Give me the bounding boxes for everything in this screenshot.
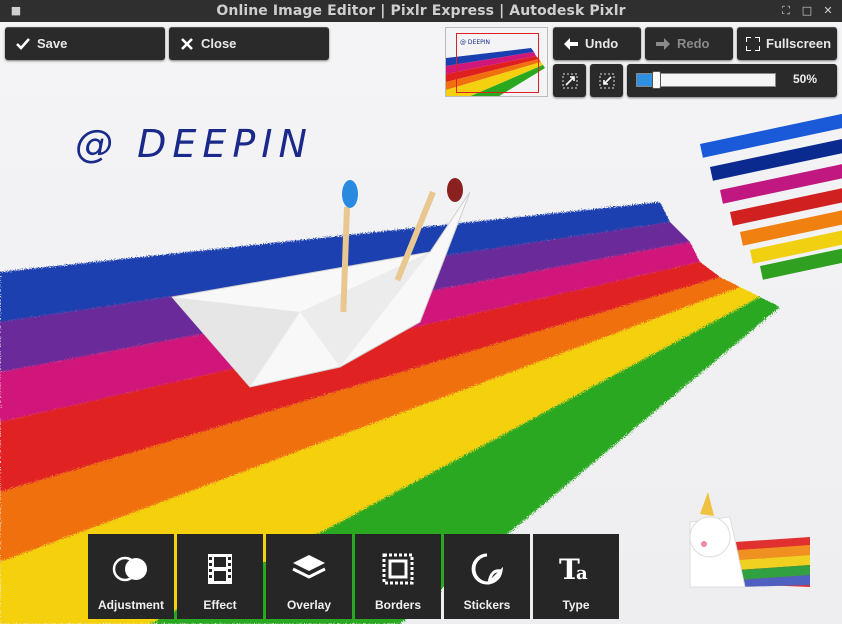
window-titlebar: ■ Online Image Editor | Pixlr Express | … [0,0,842,23]
redo-button[interactable]: Redo [645,27,733,60]
text-type-icon: Ta [559,552,593,586]
restore-icon[interactable]: □ [799,3,815,19]
tool-label: Adjustment [98,598,164,612]
arrow-right-icon [655,36,671,52]
tool-stickers[interactable]: Stickers [444,534,530,619]
window-title: Online Image Editor | Pixlr Express | Au… [216,3,626,19]
checkmark-icon [15,36,31,52]
unicorn-sticker[interactable] [689,492,810,588]
navigator-thumbnail[interactable]: @ DEEPIN [445,27,548,97]
undo-button[interactable]: Undo [553,27,641,60]
save-label: Save [37,36,68,51]
tool-label: Overlay [286,598,332,612]
zoom-control: 50% [627,64,837,97]
tool-type[interactable]: Ta Type [533,534,619,619]
tool-borders[interactable]: Borders [355,534,441,619]
close-button[interactable]: Close [169,27,329,60]
film-strip-icon [207,552,233,586]
close-x-icon [179,36,195,52]
layers-icon [292,552,326,586]
fullscreen-icon [745,36,761,52]
fullscreen-button[interactable]: Fullscreen [737,27,837,60]
tool-effect[interactable]: Effect [177,534,263,619]
tool-bar: Adjustment Effect Overlay Borders Sticke… [88,534,619,619]
tool-overlay[interactable]: Overlay [266,534,352,619]
tool-label: Type [562,598,590,612]
save-button[interactable]: Save [5,27,165,60]
tool-adjustment[interactable]: Adjustment [88,534,174,619]
undo-label: Undo [585,36,619,51]
zoom-percentage: 50% [792,72,817,86]
tool-label: Stickers [463,598,511,612]
close-label: Close [201,36,237,51]
window-close-icon[interactable]: ✕ [820,3,836,19]
adjustment-circles-icon [112,552,150,586]
svg-text:a: a [576,563,588,584]
zoom-fit-button[interactable] [553,64,586,97]
shrink-arrows-icon [599,73,614,88]
tool-label: Effect [203,598,237,612]
navigator-viewport-frame[interactable] [456,33,539,93]
sticker-icon [471,552,503,586]
zoom-actual-button[interactable] [590,64,623,97]
maximize-icon[interactable]: ⛶ [778,3,794,19]
frame-icon [382,552,414,586]
tool-label: Borders [374,598,421,612]
fullscreen-label: Fullscreen [766,36,832,51]
canvas-watermark-text: @ DEEPIN [75,122,313,166]
zoom-slider-handle[interactable] [652,71,662,89]
zoom-slider[interactable] [636,71,776,89]
arrow-left-icon [563,36,579,52]
redo-label: Redo [677,36,710,51]
expand-arrows-icon [562,73,577,88]
